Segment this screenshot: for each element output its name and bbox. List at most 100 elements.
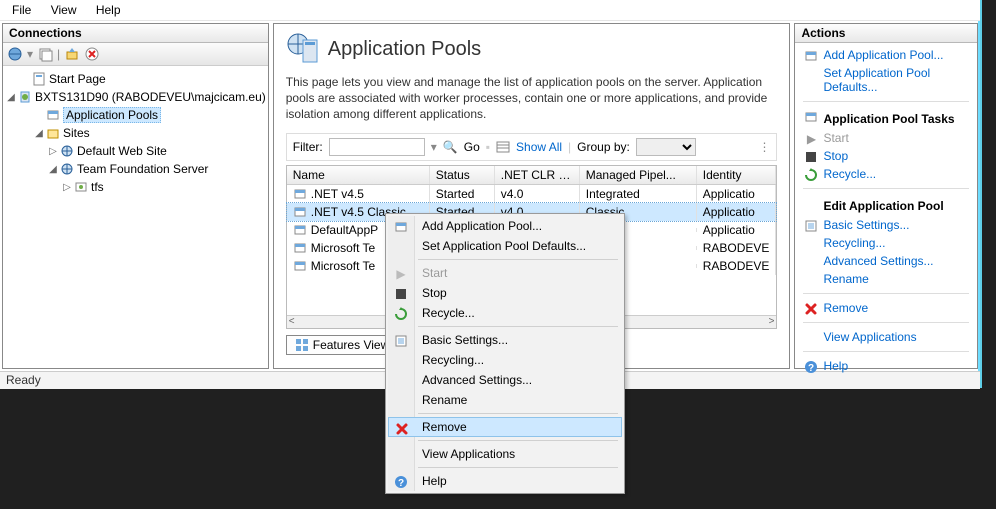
expand-icon[interactable]: ◢ bbox=[47, 164, 59, 175]
tree-tfs[interactable]: ▷ tfs bbox=[5, 178, 266, 196]
menu-view[interactable]: View bbox=[43, 0, 85, 20]
remove-icon bbox=[803, 301, 819, 317]
cm-stop[interactable]: Stop bbox=[388, 283, 622, 303]
cm-recycle[interactable]: Recycle... bbox=[388, 303, 622, 323]
tree-server[interactable]: ◢ BXTS131D90 (RABODEVEU\majcicam.eu) bbox=[5, 88, 266, 106]
cm-add-pool[interactable]: Add Application Pool... bbox=[388, 216, 622, 236]
cm-advanced-settings[interactable]: Advanced Settings... bbox=[388, 370, 622, 390]
action-stop[interactable]: Stop bbox=[803, 148, 969, 164]
cell: v4.0 bbox=[495, 185, 580, 203]
filter-input[interactable] bbox=[329, 138, 425, 156]
folder-icon bbox=[45, 125, 61, 141]
cm-rename[interactable]: Rename bbox=[388, 390, 622, 410]
page-title: Application Pools bbox=[328, 38, 481, 61]
recycle-icon bbox=[803, 167, 819, 183]
action-add-pool[interactable]: Add Application Pool... bbox=[803, 47, 969, 63]
table-row[interactable]: .NET v4.5 Started v4.0 Integrated Applic… bbox=[287, 185, 777, 203]
action-remove[interactable]: Remove bbox=[803, 300, 969, 316]
connect-icon[interactable] bbox=[7, 46, 23, 62]
tree-tfs-server[interactable]: ◢ Team Foundation Server bbox=[5, 160, 266, 178]
tree-start-page[interactable]: Start Page bbox=[5, 70, 266, 88]
globe-icon bbox=[59, 161, 75, 177]
tree-app-pools[interactable]: Application Pools bbox=[5, 106, 266, 124]
group-by-label: Group by: bbox=[577, 140, 630, 154]
pool-icon bbox=[293, 223, 307, 237]
dropdown-icon[interactable]: ▾ bbox=[431, 140, 437, 154]
action-rename[interactable]: Rename bbox=[803, 271, 969, 287]
menu-file[interactable]: File bbox=[4, 0, 39, 20]
collapse-icon[interactable]: ▷ bbox=[61, 182, 73, 193]
tree-label: tfs bbox=[91, 180, 104, 194]
tree-default-site[interactable]: ▷ Default Web Site bbox=[5, 142, 266, 160]
cm-remove[interactable]: Remove bbox=[388, 417, 622, 437]
action-view-apps[interactable]: View Applications bbox=[803, 329, 969, 345]
overflow-icon[interactable]: ⋮ bbox=[758, 140, 770, 154]
connections-toolbar: ▾ | bbox=[3, 43, 268, 66]
col-status[interactable]: Status bbox=[430, 166, 495, 184]
menu-help[interactable]: Help bbox=[88, 0, 129, 20]
expand-icon[interactable]: ◢ bbox=[33, 128, 45, 139]
tree-sites[interactable]: ◢ Sites bbox=[5, 124, 266, 142]
pool-icon bbox=[803, 109, 819, 125]
connections-tree: Start Page ◢ BXTS131D90 (RABODEVEU\majci… bbox=[3, 66, 268, 368]
refresh-icon[interactable] bbox=[37, 46, 53, 62]
tree-label: Sites bbox=[63, 126, 90, 140]
cm-view-apps[interactable]: View Applications bbox=[388, 444, 622, 464]
action-recycling[interactable]: Recycling... bbox=[803, 235, 969, 251]
tree-label: BXTS131D90 (RABODEVEU\majcicam.eu) bbox=[35, 90, 266, 104]
connections-panel: Connections ▾ | Start Page ◢ BXTS131D bbox=[2, 23, 269, 369]
tree-label: Team Foundation Server bbox=[77, 162, 208, 176]
remove-icon bbox=[394, 421, 410, 437]
action-basic-settings[interactable]: Basic Settings... bbox=[803, 217, 969, 233]
action-recycle[interactable]: Recycle... bbox=[803, 166, 969, 182]
cell: DefaultAppP bbox=[311, 223, 378, 237]
app-icon bbox=[73, 179, 89, 195]
stop-icon bbox=[393, 286, 409, 302]
group-by-select[interactable] bbox=[636, 138, 696, 156]
start-icon: ▶ bbox=[393, 266, 409, 282]
cm-help[interactable]: ?Help bbox=[388, 471, 622, 491]
actions-tasks-title: Application Pool Tasks bbox=[803, 108, 969, 128]
help-icon: ? bbox=[393, 474, 409, 490]
stop-nav-icon[interactable] bbox=[84, 46, 100, 62]
add-icon bbox=[803, 48, 819, 64]
globe-icon bbox=[59, 143, 75, 159]
cm-set-defaults[interactable]: Set Application Pool Defaults... bbox=[388, 236, 622, 256]
expand-icon[interactable]: ◢ bbox=[5, 92, 17, 103]
context-menu: Add Application Pool... Set Application … bbox=[385, 213, 625, 494]
cell: Integrated bbox=[580, 185, 697, 203]
svg-text:?: ? bbox=[398, 478, 404, 489]
col-identity[interactable]: Identity bbox=[697, 166, 777, 184]
dropdown-icon[interactable]: ▾ bbox=[27, 47, 33, 61]
go-icon[interactable]: 🔍 bbox=[443, 140, 458, 154]
col-pipeline[interactable]: Managed Pipel... bbox=[580, 166, 697, 184]
collapse-icon[interactable]: ▷ bbox=[47, 146, 59, 157]
cell: Applicatio bbox=[697, 185, 777, 203]
pool-icon bbox=[293, 259, 307, 273]
connections-title: Connections bbox=[3, 24, 268, 43]
action-advanced-settings[interactable]: Advanced Settings... bbox=[803, 253, 969, 269]
show-all-link[interactable]: Show All bbox=[516, 140, 562, 154]
cm-recycling[interactable]: Recycling... bbox=[388, 350, 622, 370]
stop-icon bbox=[803, 149, 819, 165]
cm-start: ▶Start bbox=[388, 263, 622, 283]
show-all-icon[interactable] bbox=[496, 140, 510, 154]
cell: Microsoft Te bbox=[311, 241, 375, 255]
cell: Applicatio bbox=[697, 203, 777, 221]
action-set-defaults[interactable]: Set Application Pool Defaults... bbox=[803, 65, 969, 95]
col-name[interactable]: Name bbox=[287, 166, 430, 184]
go-label[interactable]: Go bbox=[464, 140, 480, 154]
svg-text:?: ? bbox=[808, 363, 814, 374]
recycle-icon bbox=[393, 306, 409, 322]
up-icon[interactable] bbox=[64, 46, 80, 62]
action-help[interactable]: ?Help bbox=[803, 358, 969, 374]
action-start: ▶Start bbox=[803, 130, 969, 146]
tree-label: Application Pools bbox=[63, 107, 161, 123]
tree-label: Start Page bbox=[49, 72, 106, 86]
page-description: This page lets you view and manage the l… bbox=[286, 74, 778, 123]
tree-label: Default Web Site bbox=[77, 144, 167, 158]
col-clr[interactable]: .NET CLR V... bbox=[495, 166, 580, 184]
cell: Started bbox=[430, 185, 495, 203]
features-view-tab[interactable]: Features View bbox=[286, 335, 398, 355]
cm-basic-settings[interactable]: Basic Settings... bbox=[388, 330, 622, 350]
